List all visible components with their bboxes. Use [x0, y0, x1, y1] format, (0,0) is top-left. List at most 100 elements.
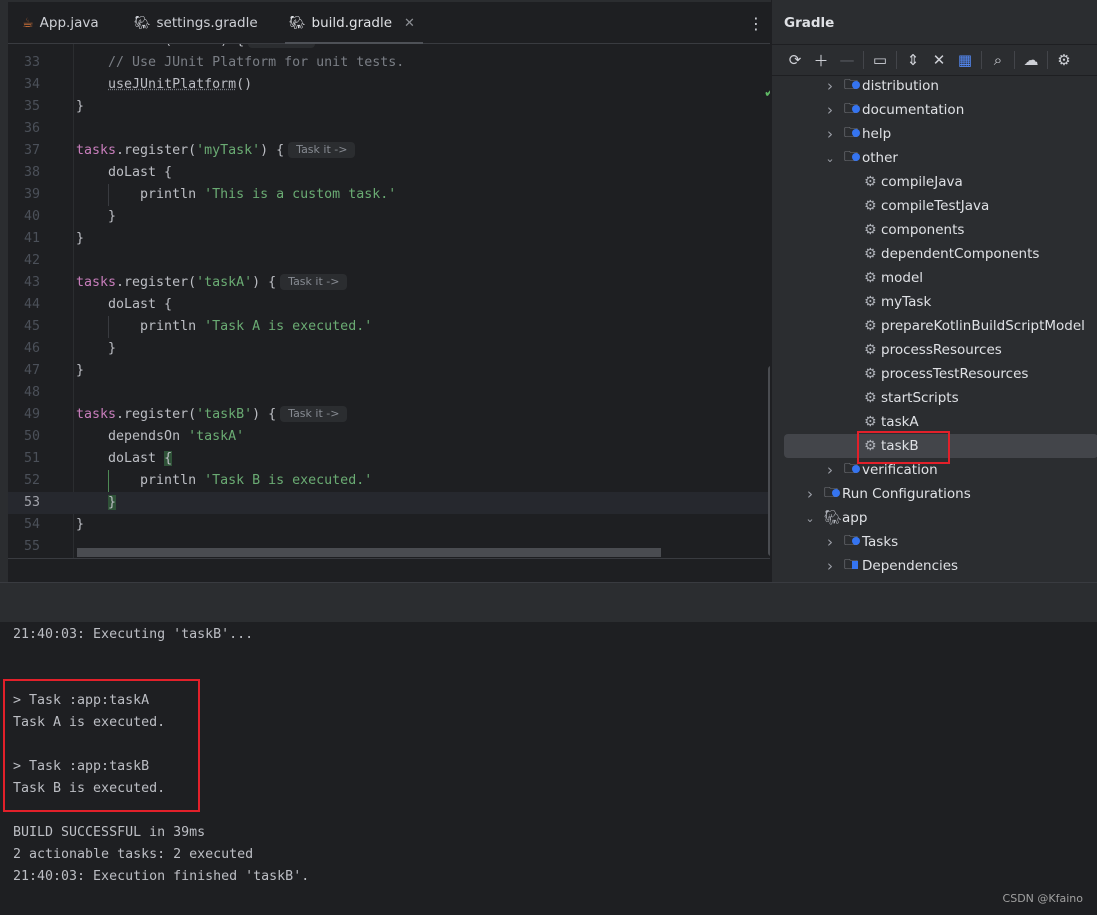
tree-item-label: processResources — [881, 342, 1002, 358]
gear-icon: ⚙ — [864, 366, 877, 382]
tab-label: settings.gradle — [156, 15, 258, 31]
indent-guide — [108, 470, 109, 492]
code-editor[interactable]: 32tasks.named('test') {Task it ->33 // U… — [8, 44, 770, 558]
gear-icon: ⚙ — [864, 414, 877, 430]
code-text: doLast { — [76, 162, 172, 184]
code-line: 52 println 'Task B is executed.' — [8, 470, 770, 492]
tree-item-dependentcomponents[interactable]: ⚙ dependentComponents — [772, 242, 1097, 266]
tab-settings-gradle[interactable]: 🐘︎ settings.gradle — [134, 2, 258, 44]
line-number: 48 — [23, 385, 40, 400]
tree-item-label: app — [842, 510, 868, 526]
code-line: 47} — [8, 360, 770, 382]
tree-item-distribution[interactable]: › 🗀 distribution — [772, 74, 1097, 98]
gradle-toolbar: ⟳ ＋ — ▭ ⇕ ✕ ▦ ⌕ ☁ ⚙ — [772, 44, 1097, 76]
analyze-icon[interactable]: ⌕ — [985, 51, 1011, 69]
tree-item-run-configurations[interactable]: › 🗀 Run Configurations — [772, 482, 1097, 506]
tree-item-documentation[interactable]: › 🗀 documentation — [772, 98, 1097, 122]
tree-item-dependencies[interactable]: › 🗀 Dependencies — [772, 554, 1097, 578]
tree-item-processtestresources[interactable]: ⚙ processTestResources — [772, 362, 1097, 386]
tree-item-compilejava[interactable]: ⚙ compileJava — [772, 170, 1097, 194]
code-line: 34 useJUnitPlatform() — [8, 74, 770, 96]
code-line: 43 tasks.register('taskA') {Task it -> — [8, 272, 770, 294]
task-it-inlay-hint[interactable]: Task it -> — [288, 142, 356, 158]
vertical-scrollbar[interactable] — [768, 366, 770, 556]
tree-item-model[interactable]: ⚙ model — [772, 266, 1097, 290]
tree-item-label: verification — [862, 462, 938, 478]
tree-item-processresources[interactable]: ⚙ processResources — [772, 338, 1097, 362]
line-number: 39 — [23, 187, 40, 202]
plus-icon[interactable]: ＋ — [808, 50, 834, 71]
line-number: 43 — [23, 275, 40, 290]
code-line: 40 } — [8, 206, 770, 228]
line-number: 55 — [23, 539, 40, 554]
task-it-inlay-hint[interactable]: Task it -> — [248, 44, 316, 48]
chevron-right-icon[interactable]: › — [804, 485, 816, 503]
refresh-icon[interactable]: ⟳ — [782, 51, 808, 69]
task-it-inlay-hint[interactable]: Task it -> — [280, 274, 348, 290]
tree-item-app[interactable]: ⌄ 🐘︎ app — [772, 506, 1097, 530]
chevron-down-icon[interactable]: ⌄ — [804, 512, 816, 525]
chevron-right-icon[interactable]: › — [824, 557, 836, 575]
tree-item-preparekotlinbuildscriptmodel[interactable]: ⚙ prepareKotlinBuildScriptModel — [772, 314, 1097, 338]
chevron-right-icon[interactable]: › — [824, 461, 836, 479]
collapse-all-icon[interactable]: ✕ — [926, 51, 952, 69]
chevron-right-icon[interactable]: › — [824, 533, 836, 551]
tab-build-gradle[interactable]: 🐘︎ build.gradle ✕ — [285, 2, 423, 45]
expand-all-icon[interactable]: ⇕ — [900, 51, 926, 69]
toolbar-separator — [1047, 51, 1048, 69]
minus-icon[interactable]: — — [834, 51, 860, 69]
toolbar-separator — [896, 51, 897, 69]
line-number: 37 — [23, 143, 40, 158]
chevron-right-icon[interactable]: › — [824, 77, 836, 95]
dependencies-icon[interactable]: ▦ — [952, 51, 978, 69]
code-line: 39 println 'This is a custom task.' — [8, 184, 770, 206]
task-it-inlay-hint[interactable]: Task it -> — [280, 406, 348, 422]
code-token: () — [236, 77, 253, 92]
line-number: 42 — [23, 253, 40, 268]
horizontal-scrollbar[interactable] — [77, 548, 661, 557]
code-token: ) { — [220, 44, 244, 48]
task-folder-icon: 🗀 — [844, 533, 860, 549]
code-token: 'taskA' — [188, 429, 245, 444]
editor-tabs: ☕ App.java 🐘︎ settings.gradle 🐘︎ build.grad… — [8, 2, 770, 45]
more-options-icon[interactable]: ⋮ — [748, 14, 764, 33]
tree-item-other[interactable]: ⌄ 🗀 other — [772, 146, 1097, 170]
tree-item-label: processTestResources — [881, 366, 1029, 382]
code-token: } — [76, 517, 85, 532]
code-text: doLast { — [76, 294, 172, 316]
code-token: ) { — [252, 407, 277, 422]
gradle-tool-window: Gradle ⟳ ＋ — ▭ ⇕ ✕ ▦ ⌕ ☁ ⚙ › 🗀 distributio… — [771, 0, 1097, 582]
offline-icon[interactable]: ☁ — [1018, 51, 1044, 69]
code-line: 45 println 'Task A is executed.' — [8, 316, 770, 338]
close-icon[interactable]: ✕ — [404, 16, 415, 31]
code-line: 32 tasks.named('test') {Task it -> — [8, 44, 770, 52]
tree-item-label: dependentComponents — [881, 246, 1040, 262]
run-config-icon[interactable]: ▭ — [867, 51, 893, 69]
line-number: 33 — [23, 55, 40, 70]
code-text: println 'Task B is executed.' — [76, 470, 372, 492]
badge-icon — [852, 561, 858, 569]
code-token: ) { — [252, 275, 277, 290]
settings-icon[interactable]: ⚙ — [1051, 51, 1077, 69]
chevron-right-icon[interactable]: › — [824, 101, 836, 119]
editor-bottom-border — [8, 558, 770, 559]
chevron-right-icon[interactable]: › — [824, 125, 836, 143]
tree-item-compiletestjava[interactable]: ⚙ compileTestJava — [772, 194, 1097, 218]
tree-item-mytask[interactable]: ⚙ myTask — [772, 290, 1097, 314]
code-token: } — [108, 495, 117, 510]
code-token: println — [76, 473, 205, 488]
tree-item-components[interactable]: ⚙ components — [772, 218, 1097, 242]
code-text: tasks.register('taskB') {Task it -> — [76, 404, 348, 426]
line-number: 44 — [23, 297, 40, 312]
tab-app-java[interactable]: ☕ App.java — [22, 2, 99, 44]
tree-item-startscripts[interactable]: ⚙ startScripts — [772, 386, 1097, 410]
line-number: 51 — [23, 451, 40, 466]
chevron-down-icon[interactable]: ⌄ — [824, 152, 836, 165]
badge-icon — [832, 489, 840, 497]
tree-item-tasks[interactable]: › 🗀 Tasks — [772, 530, 1097, 554]
tree-item-label: model — [881, 270, 924, 286]
line-number: 41 — [23, 231, 40, 246]
code-token: 'taskA' — [196, 275, 253, 290]
tree-item-help[interactable]: › 🗀 help — [772, 122, 1097, 146]
toolbar-separator — [863, 51, 864, 69]
